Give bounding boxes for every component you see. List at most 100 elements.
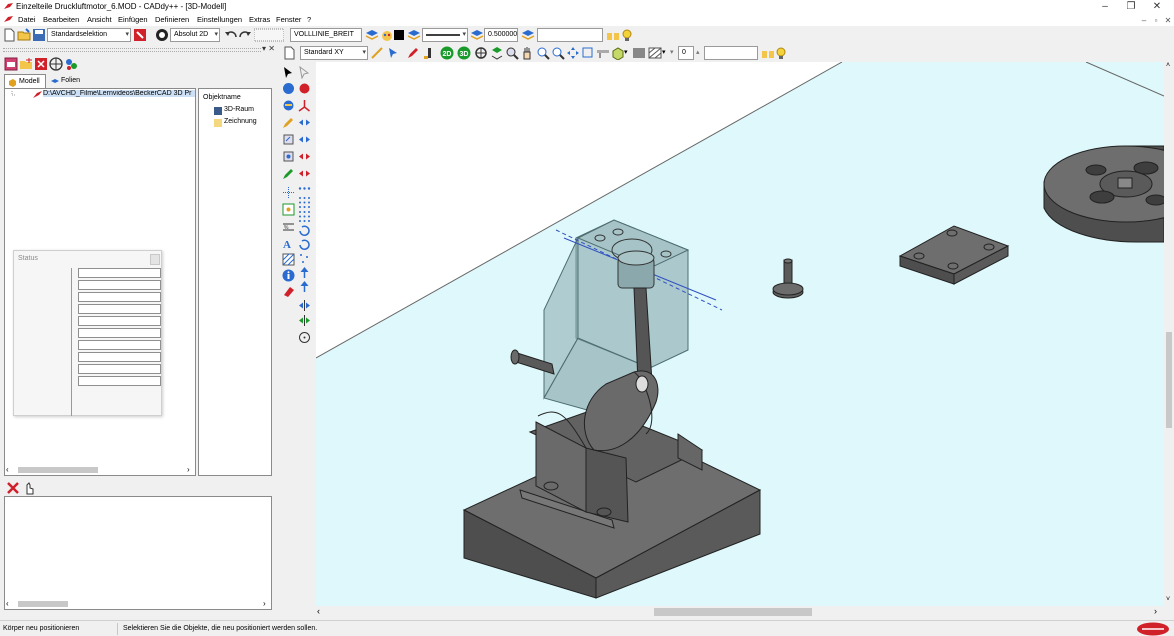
tree-item-model-path[interactable]: D:\AVCHD_Filme\Lernvideos\BeckerCAD 3D P… [43,90,195,97]
scroll-thumb[interactable] [18,601,68,607]
coordinate-mode-select[interactable]: Absolut 2D ▾ [170,28,220,42]
panel-pin-button[interactable]: ▾ ✕ [262,44,275,53]
zoom-in-icon[interactable] [536,46,550,60]
scroll-right-icon[interactable]: › [263,599,266,608]
layer-icon[interactable] [521,28,535,42]
delete-icon[interactable] [34,57,48,71]
arrows-icon[interactable] [298,150,311,163]
scatter-icon[interactable] [298,252,311,265]
view-select[interactable]: Standard XY ▾ [300,46,368,60]
eraser-icon[interactable] [282,285,295,298]
select-outline-icon[interactable] [298,66,311,79]
zoom-out-icon[interactable] [551,46,565,60]
arrows-icon[interactable] [298,116,311,129]
scroll-up-icon[interactable]: ˄ [1166,62,1170,69]
lower-hscroll[interactable]: ‹ › [4,598,272,610]
measure-icon[interactable] [370,46,384,60]
globe-icon[interactable] [49,57,63,71]
save-icon[interactable] [32,28,46,42]
open-folder-icon[interactable] [17,28,31,42]
chevron-down-icon[interactable]: ▾ [662,48,666,56]
scroll-down-icon[interactable]: ˅ [1166,596,1170,603]
rotate-view-icon[interactable] [474,46,488,60]
scroll-right-icon[interactable]: › [187,465,190,474]
dots-row-icon[interactable] [298,182,311,195]
pointer-hand-icon[interactable] [22,481,36,495]
hatch-color-icon[interactable] [632,46,646,60]
app-menu-icon[interactable] [4,16,13,23]
new-file-icon[interactable] [2,28,16,42]
select-arrow-icon[interactable] [282,66,295,79]
scroll-left-icon[interactable]: ‹ [6,465,9,474]
color-palette-icon[interactable] [380,28,394,42]
layer-icon[interactable] [407,28,421,42]
panel-grip[interactable] [3,48,261,52]
scroll-left-icon[interactable]: ‹ [6,599,9,608]
binoculars-icon[interactable] [606,28,620,42]
move-body-icon[interactable] [282,133,295,146]
status-close-button[interactable] [150,254,160,265]
selection-mode-select[interactable]: Standardselektion ▾ [47,28,131,42]
dots-grid-icon[interactable] [298,210,311,223]
select-filter-icon[interactable] [133,28,147,42]
tab-modell[interactable]: Modell [4,74,46,88]
crosshair-icon[interactable] [282,186,295,199]
menu-help[interactable]: ? [307,15,311,24]
color-swatch-icon[interactable] [394,28,404,42]
menu-extras[interactable]: Extras [249,15,270,24]
grid-icon[interactable] [254,28,284,42]
move-view-icon[interactable] [566,46,580,60]
model-icon[interactable] [4,57,18,71]
zoom-window-icon[interactable] [505,46,519,60]
redo-icon[interactable] [238,28,252,42]
arrows-icon[interactable] [298,167,311,180]
pencil-icon[interactable] [406,46,420,60]
arrows-icon[interactable] [298,133,311,146]
object-item-3d-raum[interactable]: 3D-Raum [224,106,254,113]
binoculars-icon[interactable] [761,46,775,60]
point-icon[interactable] [282,203,295,216]
mirror-icon[interactable] [298,299,311,312]
menu-einstellungen[interactable]: Einstellungen [197,15,242,24]
cursor-tool-icon[interactable] [386,46,400,60]
tree-hscroll[interactable]: ‹ › [4,464,196,476]
dimension-icon[interactable]: % [282,220,295,233]
marker-icon[interactable] [422,46,436,60]
pencil-icon[interactable] [282,116,295,129]
new-view-icon[interactable] [282,46,296,60]
scroll-thumb[interactable] [1166,332,1172,428]
view-2d-icon[interactable]: 2D [439,46,455,60]
menu-fenster[interactable]: Fenster [276,15,301,24]
folder-new-icon[interactable] [19,57,33,71]
layer-icon[interactable] [365,28,379,42]
mirror-icon[interactable] [298,314,311,327]
shade-3d-icon[interactable] [611,46,625,60]
lightbulb-icon[interactable] [774,46,788,60]
spin-up-icon[interactable]: ▴ [696,48,700,56]
globe-icon[interactable] [155,28,169,42]
scroll-thumb[interactable] [654,608,812,616]
line-style-select[interactable]: ▾ [422,28,468,42]
menu-ansicht[interactable]: Ansicht [87,15,112,24]
zoom-previous-icon[interactable] [581,46,595,60]
layer-icon[interactable] [470,28,484,42]
maximize-button[interactable]: ❐ [1120,0,1142,14]
copy-body-icon[interactable] [282,150,295,163]
spin-down-icon[interactable]: ▾ [670,48,674,56]
scroll-thumb[interactable] [18,467,98,473]
menu-datei[interactable]: Datei [18,15,36,24]
rotate-icon[interactable] [298,224,311,237]
circle-tool-icon[interactable] [298,331,311,344]
toolbar-text-field[interactable] [537,28,603,42]
undo-icon[interactable] [224,28,238,42]
pattern-icon[interactable] [648,46,662,60]
ruler-icon[interactable] [596,46,610,60]
close-button[interactable]: ✕ [1146,0,1168,14]
axes-icon[interactable] [298,99,311,112]
model-canvas[interactable] [316,62,1164,606]
view-3d-icon[interactable]: 3D [456,46,472,60]
tab-folien[interactable]: Folien [47,74,87,88]
zoom-extents-icon[interactable] [490,46,504,60]
menu-einfuegen[interactable]: Einfügen [118,15,148,24]
object-item-zeichnung[interactable]: Zeichnung [224,118,257,125]
